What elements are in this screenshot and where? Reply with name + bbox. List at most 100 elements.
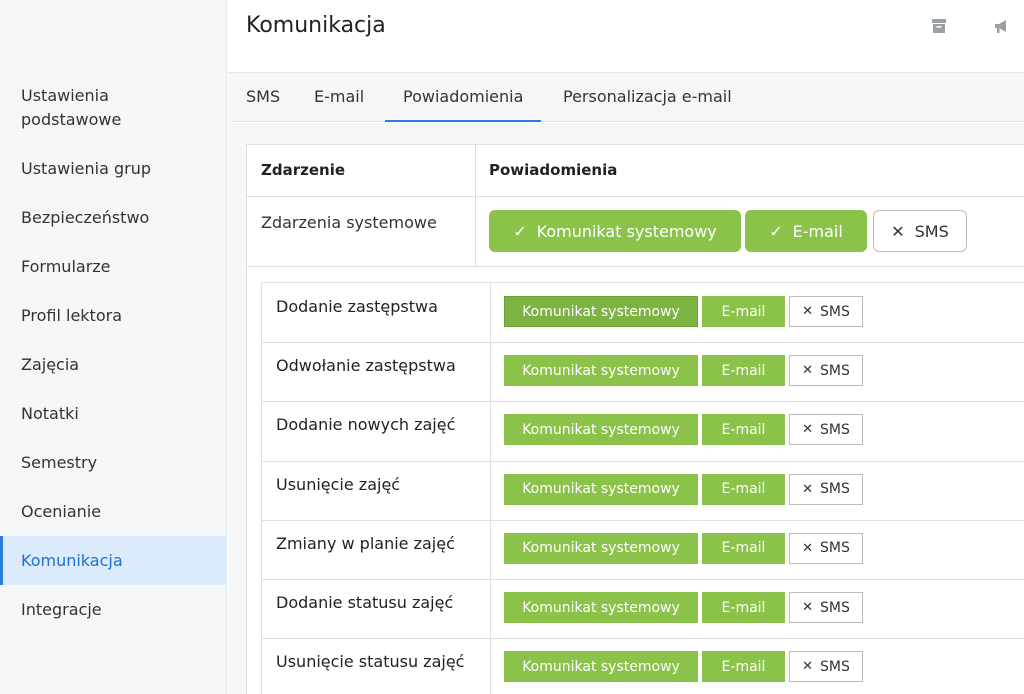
sidebar-list: Ustawienia podstawowe Ustawienia grup Bezp… xyxy=(0,72,227,634)
event-label: Usunięcie zajęć xyxy=(276,474,401,494)
megaphone-icon[interactable] xyxy=(993,17,1011,35)
email-toggle-label: E-mail xyxy=(721,658,766,675)
events-table: Dodanie zastępstwa Komunikat systemowy E-m… xyxy=(261,282,1024,694)
close-icon: ✕ xyxy=(802,659,814,675)
column-header-event: Zdarzenie xyxy=(261,161,346,179)
tab-email[interactable]: E-mail xyxy=(314,73,364,122)
sidebar-item-label: Formularze xyxy=(21,256,111,276)
sidebar-item-zajęcia[interactable]: Zajęcia xyxy=(0,340,227,389)
row-divider xyxy=(262,401,1024,403)
sms-toggle[interactable]: ✕ SMS xyxy=(789,473,863,505)
row-divider xyxy=(262,342,1024,344)
system-message-toggle[interactable]: Komunikat systemowy xyxy=(504,355,698,387)
system-message-toggle-label: Komunikat systemowy xyxy=(522,362,680,379)
close-icon: ✕ xyxy=(891,221,905,241)
system-message-toggle[interactable]: ✓ Komunikat systemowy xyxy=(489,210,741,252)
tab-sms[interactable]: SMS xyxy=(246,73,280,122)
system-message-toggle[interactable]: Komunikat systemowy xyxy=(504,473,698,505)
system-events-label: Zdarzenia systemowe xyxy=(261,213,437,232)
system-message-toggle[interactable]: Komunikat systemowy xyxy=(504,651,698,683)
email-toggle[interactable]: E-mail xyxy=(702,651,785,683)
system-message-toggle-label: Komunikat systemowy xyxy=(522,421,680,438)
email-toggle-label: E-mail xyxy=(721,540,766,557)
sidebar-item-label: Semestry xyxy=(21,452,98,472)
sms-toggle[interactable]: ✕ SMS xyxy=(873,210,967,252)
sidebar-item-label: Komunikacja xyxy=(21,550,123,570)
system-message-toggle[interactable]: Komunikat systemowy xyxy=(504,592,698,623)
sidebar-item-label: Notatki xyxy=(21,403,79,423)
archive-icon[interactable] xyxy=(930,17,948,35)
close-icon: ✕ xyxy=(802,304,814,319)
event-label: Dodanie statusu zajęć xyxy=(276,593,454,612)
email-toggle[interactable]: E-mail xyxy=(702,473,785,505)
divider xyxy=(247,266,1024,267)
email-toggle[interactable]: E-mail xyxy=(702,532,785,564)
divider xyxy=(475,145,476,266)
close-icon: ✕ xyxy=(802,540,814,556)
close-icon: ✕ xyxy=(802,481,814,497)
system-message-toggle[interactable]: Komunikat systemowy xyxy=(504,296,698,327)
sidebar-item-label: Bezpieczeństwo xyxy=(21,207,150,227)
email-toggle-label: E-mail xyxy=(721,599,766,616)
sms-toggle[interactable]: ✕ SMS xyxy=(789,651,863,683)
sms-toggle-label: SMS xyxy=(820,540,850,557)
system-message-toggle-label: Komunikat systemowy xyxy=(522,658,680,675)
system-message-toggle-label: Komunikat systemowy xyxy=(522,481,680,498)
event-label: Zmiany w planie zajęć xyxy=(276,533,455,553)
sidebar-item-ocenianie[interactable]: Ocenianie xyxy=(0,487,227,536)
tab-powiadomienia[interactable]: Powiadomienia xyxy=(385,73,542,122)
sms-toggle-label: SMS xyxy=(820,362,850,379)
page-header: Komunikacja xyxy=(228,0,1024,72)
sidebar-item-komunikacja[interactable]: Komunikacja xyxy=(0,536,227,585)
sidebar-item-profil-lektora[interactable]: Profil lektora xyxy=(0,291,227,340)
sms-toggle-label: SMS xyxy=(820,599,850,616)
email-toggle[interactable]: E-mail xyxy=(702,414,785,446)
sms-toggle[interactable]: ✕ SMS xyxy=(789,355,863,387)
email-toggle-label: E-mail xyxy=(721,481,766,498)
check-icon: ✓ xyxy=(769,221,783,241)
row-divider xyxy=(262,638,1024,640)
email-toggle[interactable]: E-mail xyxy=(702,592,785,623)
sidebar-item-label: Ocenianie xyxy=(21,501,102,521)
sms-toggle[interactable]: ✕ SMS xyxy=(789,532,863,564)
tab-bar: SMS E-mail Powiadomienia Personalizacja … xyxy=(228,72,1024,122)
event-label: Dodanie nowych zajęć xyxy=(276,415,456,435)
sms-label: SMS xyxy=(914,221,949,241)
system-message-label: Komunikat systemowy xyxy=(536,221,717,241)
sidebar-item-ustawienia-grup[interactable]: Ustawienia grup xyxy=(0,144,227,193)
sms-toggle-label: SMS xyxy=(820,658,850,675)
sms-toggle-label: SMS xyxy=(820,303,850,320)
email-toggle[interactable]: E-mail xyxy=(702,355,785,387)
event-label: Dodanie zastępstwa xyxy=(276,297,438,316)
sidebar-item-integracje[interactable]: Integracje xyxy=(0,585,227,634)
sidebar-item-semestry[interactable]: Semestry xyxy=(0,438,227,487)
close-icon: ✕ xyxy=(802,422,814,438)
event-label: Odwołanie zastępstwa xyxy=(276,356,456,376)
divider xyxy=(247,196,1024,197)
email-toggle[interactable]: ✓ E-mail xyxy=(745,210,867,252)
close-icon: ✕ xyxy=(802,600,814,615)
sidebar-item-notatki[interactable]: Notatki xyxy=(0,389,227,438)
row-divider xyxy=(262,460,1024,462)
sms-toggle[interactable]: ✕ SMS xyxy=(789,414,863,446)
sidebar-item-formularze[interactable]: Formularze xyxy=(0,242,227,291)
sidebar-item-bezpieczeństwo[interactable]: Bezpieczeństwo xyxy=(0,193,227,242)
sidebar: Ustawienia podstawowe Ustawienia grup Bezp… xyxy=(0,0,227,694)
system-message-toggle[interactable]: Komunikat systemowy xyxy=(504,532,698,564)
tab-personalizacja-email[interactable]: Personalizacja e-mail xyxy=(563,73,732,122)
email-toggle-label: E-mail xyxy=(721,303,766,320)
sms-toggle[interactable]: ✕ SMS xyxy=(789,592,863,623)
system-message-toggle-label: Komunikat systemowy xyxy=(522,599,680,616)
sidebar-item-ustawienia-podstawowe[interactable]: Ustawienia podstawowe xyxy=(0,72,227,144)
email-toggle[interactable]: E-mail xyxy=(702,296,785,327)
sidebar-item-label: Ustawienia grup xyxy=(21,158,152,178)
content-area: Zdarzenie Powiadomienia Zdarzenia system… xyxy=(228,123,1024,694)
sms-toggle-label: SMS xyxy=(820,481,850,498)
system-message-toggle[interactable]: Komunikat systemowy xyxy=(504,414,698,446)
sms-toggle-label: SMS xyxy=(820,421,850,438)
sidebar-item-label: Integracje xyxy=(21,599,102,619)
sidebar-item-label: Zajęcia xyxy=(21,354,80,374)
sidebar-item-label: Profil lektora xyxy=(21,305,122,325)
sms-toggle[interactable]: ✕ SMS xyxy=(789,296,863,327)
column-header-notifications: Powiadomienia xyxy=(489,161,618,179)
